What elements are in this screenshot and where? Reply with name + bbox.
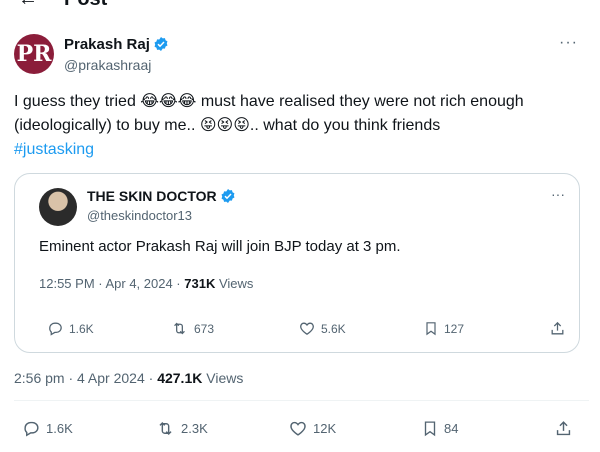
quoted-post[interactable]: THE SKIN DOCTOR @theskindoctor13 ··· Emi… <box>14 173 580 353</box>
reply-icon <box>49 322 62 336</box>
post-text-line-2: (ideologically) to buy me.. 😝😝😝.. what d… <box>14 117 441 134</box>
author-handle[interactable]: @prakashraaj <box>64 57 151 73</box>
quoted-author-avatar[interactable] <box>39 188 77 226</box>
page-header: ← Post <box>0 0 600 10</box>
views-label: Views <box>202 370 244 386</box>
hashtag-link[interactable]: #justasking <box>14 138 589 162</box>
verified-badge-icon <box>221 189 235 203</box>
post-meta: 2:56 pm · 4 Apr 2024 · 427.1K Views <box>14 370 243 386</box>
repost-icon <box>159 421 172 436</box>
heart-icon <box>290 421 306 436</box>
quoted-views-label: Views <box>215 276 254 291</box>
bookmark-count: 84 <box>444 421 459 436</box>
quoted-author-handle[interactable]: @theskindoctor13 <box>87 208 192 223</box>
share-icon <box>551 321 564 335</box>
author-name[interactable]: Prakash Raj <box>64 36 169 53</box>
quoted-author-name-text[interactable]: THE SKIN DOCTOR <box>87 188 217 204</box>
post-time[interactable]: 2:56 pm · 4 Apr 2024 · <box>14 370 157 386</box>
reply-count: 1.6K <box>46 421 73 436</box>
post-text: I guess they tried 😂😂😂 must have realise… <box>14 90 589 162</box>
quoted-repost-button[interactable]: 673 <box>170 320 214 337</box>
like-button[interactable]: 12K <box>288 419 336 438</box>
bookmark-icon <box>426 322 436 336</box>
quoted-like-count: 5.6K <box>321 321 346 336</box>
quoted-like-button[interactable]: 5.6K <box>298 320 346 337</box>
quoted-reply-count: 1.6K <box>69 321 94 336</box>
page-title: Post <box>64 0 107 10</box>
views-count: 427.1K <box>157 370 203 386</box>
reply-icon <box>24 421 39 437</box>
quoted-action-bar: 1.6K 673 5.6K 127 <box>15 320 581 340</box>
post-text-line-1: I guess they tried 😂😂😂 must have realise… <box>14 93 524 110</box>
author-avatar[interactable]: PR <box>14 34 54 74</box>
post-action-bar: 1.6K 2.3K 12K 84 <box>0 419 600 441</box>
heart-icon <box>300 322 314 335</box>
quoted-more-options-icon[interactable]: ··· <box>551 186 565 202</box>
divider <box>14 400 589 401</box>
quoted-bookmark-button[interactable]: 127 <box>423 320 464 337</box>
bookmark-icon <box>424 421 436 437</box>
reply-button[interactable]: 1.6K <box>22 419 73 438</box>
repost-button[interactable]: 2.3K <box>155 419 208 438</box>
repost-icon <box>174 322 185 335</box>
share-icon <box>556 421 571 436</box>
quoted-reply-button[interactable]: 1.6K <box>47 320 94 337</box>
quoted-repost-count: 673 <box>194 321 215 336</box>
bookmark-button[interactable]: 84 <box>421 419 458 438</box>
quoted-share-button[interactable] <box>549 320 566 337</box>
quoted-bookmark-count: 127 <box>444 321 465 336</box>
quoted-author-name[interactable]: THE SKIN DOCTOR <box>87 188 236 204</box>
quoted-views-count: 731K <box>184 276 216 291</box>
quoted-post-text: Eminent actor Prakash Raj will join BJP … <box>39 238 401 255</box>
author-name-text[interactable]: Prakash Raj <box>64 36 150 53</box>
quoted-post-time[interactable]: 12:55 PM · Apr 4, 2024 · <box>39 276 184 291</box>
back-arrow-icon[interactable]: ← <box>18 0 38 10</box>
more-options-icon[interactable]: ··· <box>559 34 578 52</box>
quoted-post-meta: 12:55 PM · Apr 4, 2024 · 731K Views <box>39 276 253 291</box>
share-button[interactable] <box>554 419 573 438</box>
verified-badge-icon <box>154 37 168 51</box>
like-count: 12K <box>313 421 337 436</box>
repost-count: 2.3K <box>181 421 208 436</box>
